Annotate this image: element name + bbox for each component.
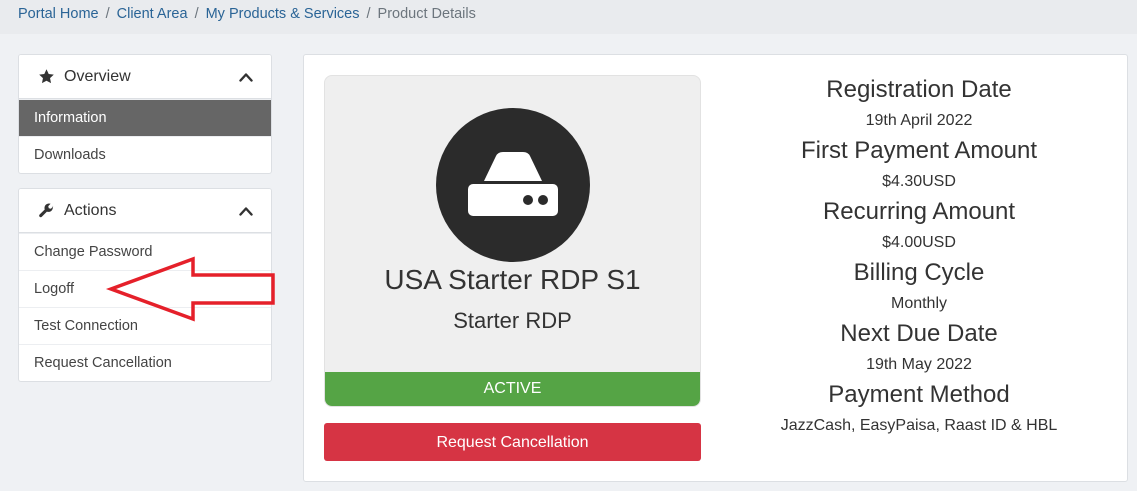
breadcrumb-current: Product Details — [377, 6, 476, 22]
payment-method-value: JazzCash, EasyPaisa, Raast ID & HBL — [780, 417, 1058, 434]
breadcrumb-separator: / — [194, 6, 199, 22]
recurring-amount-value: $4.00USD — [882, 234, 956, 251]
payment-method-label: Payment Method — [828, 381, 1010, 408]
hdd-icon — [468, 152, 558, 216]
breadcrumb-separator: / — [366, 6, 371, 22]
request-cancellation-button[interactable]: Request Cancellation — [324, 423, 701, 461]
registration-date-value: 19th April 2022 — [865, 112, 973, 129]
overview-panel: Overview Information Downloads — [18, 54, 272, 174]
status-badge: ACTIVE — [325, 372, 700, 406]
sidebar-item-request-cancellation[interactable]: Request Cancellation — [19, 344, 271, 381]
product-name: USA Starter RDP S1 — [384, 264, 641, 295]
billing-cycle-label: Billing Cycle — [853, 259, 985, 286]
registration-date-label: Registration Date — [826, 76, 1012, 103]
product-icon-circle — [436, 108, 590, 262]
first-payment-label: First Payment Amount — [800, 137, 1038, 164]
product-card: USA Starter RDP S1 Starter RDP ACTIVE — [324, 75, 701, 407]
breadcrumb-client-area[interactable]: Client Area — [117, 6, 188, 22]
breadcrumb-portal-home[interactable]: Portal Home — [18, 6, 99, 22]
wrench-icon — [38, 202, 56, 220]
product-info: Registration Date 19th April 2022 First … — [729, 75, 1109, 441]
sidebar-item-information[interactable]: Information — [19, 99, 271, 136]
breadcrumb: Portal Home / Client Area / My Products & Se… — [0, 0, 1137, 34]
sidebar-item-downloads[interactable]: Downloads — [19, 136, 271, 173]
annotation-arrow — [105, 256, 275, 322]
chevron-up-icon[interactable] — [239, 204, 253, 218]
breadcrumb-separator: / — [105, 6, 110, 22]
next-due-date-value: 19th May 2022 — [866, 356, 972, 373]
overview-panel-title: Overview — [64, 67, 131, 85]
first-payment-value: $4.30USD — [882, 173, 956, 190]
star-icon — [38, 68, 56, 86]
billing-cycle-value: Monthly — [890, 295, 948, 312]
next-due-date-label: Next Due Date — [840, 320, 998, 347]
breadcrumb-my-products[interactable]: My Products & Services — [206, 6, 360, 22]
product-group: Starter RDP — [453, 308, 572, 333]
overview-panel-header[interactable]: Overview — [19, 55, 271, 99]
product-details-panel: USA Starter RDP S1 Starter RDP ACTIVE Re… — [303, 54, 1128, 482]
recurring-amount-label: Recurring Amount — [822, 198, 1016, 225]
actions-panel-title: Actions — [64, 201, 117, 219]
chevron-up-icon[interactable] — [239, 70, 253, 84]
actions-panel-header[interactable]: Actions — [19, 189, 271, 233]
